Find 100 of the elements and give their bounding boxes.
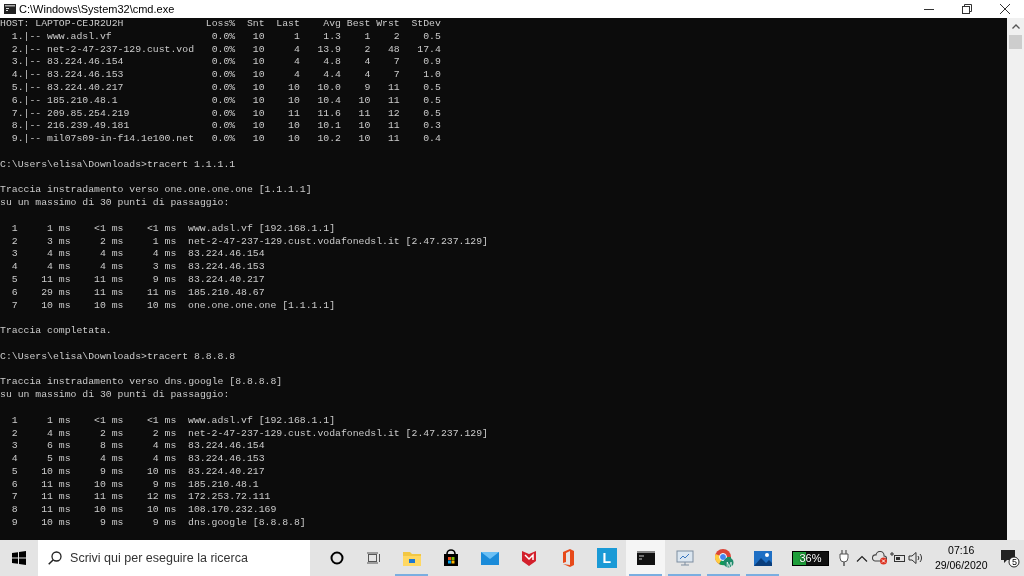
table-cell-text: |-- 185.210.48.1 xyxy=(23,94,119,108)
table-cell-text: 0.0% xyxy=(210,30,236,44)
table-cell-text: 2 ms xyxy=(151,427,177,441)
table-cell-text: 4 xyxy=(292,43,300,57)
table-cell-text: 17.4 xyxy=(416,43,441,57)
table-cell-text: 4 ms xyxy=(151,248,177,262)
table-cell-text: 11.6 xyxy=(316,107,341,121)
table-cell-text: 6 ms xyxy=(46,440,71,454)
table-cell-text: 0.0% xyxy=(210,43,236,57)
table-cell-text: 7. xyxy=(10,107,24,121)
terminal-icon xyxy=(635,548,656,568)
table-cell-text: 7 xyxy=(10,299,18,313)
table-cell-text: 9 ms xyxy=(98,465,124,479)
cloud-error-icon[interactable] xyxy=(871,551,888,565)
speaker-icon[interactable] xyxy=(907,551,924,565)
table-cell-text: |-- net-2-47-237-129.cust.vod xyxy=(23,43,195,57)
table-cell-text: 8. xyxy=(10,120,24,134)
table-cell-text: 1.3 xyxy=(322,30,341,44)
table-cell-text: <1 ms xyxy=(145,222,177,236)
column-header: StDev xyxy=(410,18,441,31)
table-cell-text: 11 xyxy=(357,107,371,121)
notifications-button[interactable]: 5 xyxy=(995,540,1024,576)
host-label: HOST: LAPTOP-CEJR2U2H xyxy=(0,18,125,31)
console-text: Traccia instradamento verso one.one.one.one [1.1.1.1] xyxy=(0,184,312,198)
table-cell-text: 10 xyxy=(287,133,300,146)
table-cell-text: 11 xyxy=(386,133,400,146)
table-cell-text: 4 ms xyxy=(151,453,177,466)
table-cell-text: 2 ms xyxy=(98,427,124,441)
table-cell-text: 6. xyxy=(10,94,24,108)
scrollbar[interactable] xyxy=(1007,18,1024,540)
table-cell-text: 10 xyxy=(357,94,371,108)
table-cell-text: 12 ms xyxy=(145,491,177,505)
table-cell-text: 11 ms xyxy=(40,273,71,287)
monitor-icon xyxy=(674,548,695,568)
table-cell-text: 0.5 xyxy=(422,82,441,95)
table-cell-text: 10 xyxy=(287,120,300,134)
console-text: Traccia completata. xyxy=(0,325,112,338)
table-cell-text: 9 ms xyxy=(151,517,177,530)
table-cell-text: 10 xyxy=(251,120,265,134)
console-app-icon xyxy=(4,4,16,14)
terminal-app-button[interactable] xyxy=(626,540,666,576)
table-cell-text: 4 ms xyxy=(98,248,124,262)
table-cell-text: 2. xyxy=(10,43,24,57)
table-cell-text: 83.224.46.153 xyxy=(187,261,265,274)
table-cell-text: 5 ms xyxy=(46,453,71,466)
table-cell-text: net-2-47-237-129.cust.vodafonedsl.it [2.47.237.129] xyxy=(187,235,488,249)
search-field[interactable]: Scrivi qui per eseguire la ricerca xyxy=(38,540,311,576)
chevron-up-icon[interactable] xyxy=(855,554,868,562)
table-cell-text: 13.9 xyxy=(316,43,341,57)
table-cell-text: 9. xyxy=(10,133,24,146)
table-cell-text: 0.0% xyxy=(210,82,236,95)
table-cell-text: 12 xyxy=(386,107,400,121)
table-cell-text: 83.224.46.154 xyxy=(187,248,265,262)
table-cell-text: 2 xyxy=(363,43,371,57)
table-cell-text: 1 ms xyxy=(46,414,71,428)
table-cell-text: 0.5 xyxy=(422,94,441,108)
command-line: C:\Users\elisa\Downloads>tracert 8.8.8.8 xyxy=(0,350,236,364)
scrollbar-thumb[interactable] xyxy=(1009,35,1022,49)
column-header: Avg xyxy=(322,18,341,31)
table-cell-text: 10 xyxy=(251,94,265,108)
table-cell-text: |-- 209.85.254.219 xyxy=(23,107,131,121)
table-cell-text: 5. xyxy=(10,82,24,95)
table-cell-text: 4.8 xyxy=(322,56,341,70)
table-cell-text: 2 xyxy=(10,427,18,441)
column-header: Last xyxy=(275,18,300,31)
table-cell-text: 0.9 xyxy=(422,56,441,70)
table-cell-text: 3 ms xyxy=(46,235,71,249)
scroll-up-icon[interactable] xyxy=(1011,24,1020,29)
table-cell-text: 10 ms xyxy=(40,517,71,530)
plug-icon[interactable] xyxy=(838,550,849,566)
table-cell-text: 185.210.48.1 xyxy=(187,478,259,492)
table-cell-text: 4 ms xyxy=(46,427,71,441)
clock-date[interactable]: 29/06/2020 xyxy=(934,558,988,573)
table-cell-text: 11 ms xyxy=(145,286,177,300)
table-cell-text: 172.253.72.111 xyxy=(187,491,271,505)
table-cell-text: 1. xyxy=(10,30,24,44)
clock-time[interactable]: 07:16 xyxy=(934,543,988,558)
table-cell-text: 7 xyxy=(10,491,18,505)
table-cell-text: 10 xyxy=(251,69,265,82)
task-view-icon xyxy=(365,551,382,565)
window-title: C:\Windows\System32\cmd.exe xyxy=(18,1,175,17)
table-cell-text: 4 xyxy=(10,261,18,274)
table-cell-text: 3 xyxy=(10,248,18,262)
table-cell-text: 7 xyxy=(392,69,400,82)
power-icon[interactable] xyxy=(889,552,906,564)
table-cell-text: 10 xyxy=(287,94,300,108)
table-cell-text: 10 xyxy=(251,133,265,146)
table-cell-text: 0.0% xyxy=(210,56,236,70)
table-cell-text: 1 xyxy=(10,414,18,428)
table-cell-text: 11 xyxy=(386,120,400,134)
table-cell-text: |-- 83.224.46.154 xyxy=(23,56,125,70)
column-header: Snt xyxy=(245,18,265,31)
table-cell-text: 83.224.40.217 xyxy=(187,465,265,479)
table-cell-text: 10 ms xyxy=(145,504,177,518)
table-cell-text: 11 ms xyxy=(40,504,71,518)
table-cell-text: 10 ms xyxy=(93,478,124,492)
table-cell-text: 4. xyxy=(10,69,24,82)
table-cell-text: |-- www.adsl.vf xyxy=(23,30,113,44)
table-cell-text: 1.0 xyxy=(422,69,441,82)
circle-icon xyxy=(329,551,344,565)
